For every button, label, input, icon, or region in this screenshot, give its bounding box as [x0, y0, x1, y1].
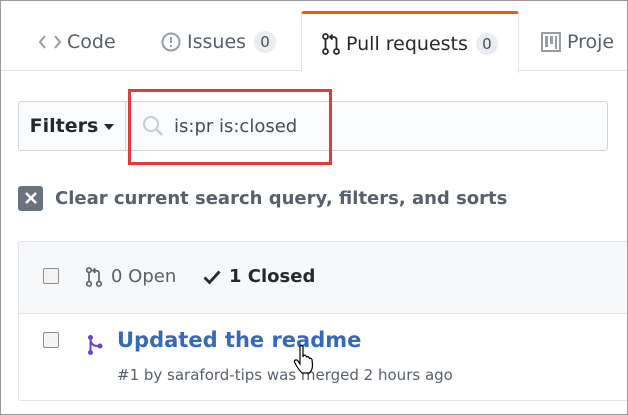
search-icon — [142, 115, 164, 137]
git-pull-request-icon — [85, 266, 103, 287]
project-icon — [541, 32, 561, 52]
issues-counter: 0 — [254, 31, 277, 53]
closed-state-filter[interactable]: 1 Closed — [203, 266, 315, 287]
open-state-label: 0 Open — [111, 266, 177, 287]
select-all-checkbox[interactable] — [43, 268, 59, 284]
list-item-checkbox[interactable] — [43, 332, 59, 348]
closed-state-label: 1 Closed — [229, 266, 316, 287]
git-merge-icon — [87, 334, 103, 356]
tab-code-label: Code — [67, 31, 116, 53]
screenshot-frame: Code Issues 0 Pull requests 0 Proje Filt… — [0, 0, 628, 415]
tab-issues[interactable]: Issues 0 — [161, 13, 277, 71]
git-pull-request-icon — [322, 32, 340, 55]
tab-projects[interactable]: Proje — [541, 13, 614, 71]
search-input[interactable] — [174, 115, 474, 137]
code-icon — [39, 34, 61, 50]
pull-requests-counter: 0 — [475, 32, 498, 55]
pull-request-meta: #1 by saraford-tips was merged 2 hours a… — [117, 366, 453, 384]
issue-opened-icon — [161, 32, 181, 52]
tab-issues-label: Issues — [187, 31, 247, 53]
filters-dropdown-button[interactable]: Filters — [18, 101, 126, 151]
caret-down-icon — [104, 124, 115, 130]
filters-button-label: Filters — [29, 115, 99, 137]
tab-pull-requests-label: Pull requests — [346, 32, 468, 55]
clear-search-query-link[interactable]: Clear current search query, filters, and… — [18, 185, 507, 211]
x-icon — [18, 185, 43, 211]
search-field-wrapper — [125, 101, 608, 151]
list-header: 0 Open 1 Closed — [19, 242, 627, 314]
repo-tabbar: Code Issues 0 Pull requests 0 Proje — [1, 1, 627, 73]
check-icon — [203, 269, 221, 285]
tab-pull-requests[interactable]: Pull requests 0 — [301, 11, 519, 73]
list-item: Updated the readme #1 by saraford-tips w… — [19, 314, 627, 400]
tab-projects-label: Proje — [567, 31, 615, 53]
open-state-filter[interactable]: 0 Open — [85, 266, 176, 287]
pull-request-title-link[interactable]: Updated the readme — [117, 328, 361, 352]
pull-request-list: 0 Open 1 Closed Updated the readme #1 by… — [18, 241, 627, 401]
clear-search-query-label: Clear current search query, filters, and… — [55, 187, 508, 209]
tab-code[interactable]: Code — [39, 13, 116, 71]
